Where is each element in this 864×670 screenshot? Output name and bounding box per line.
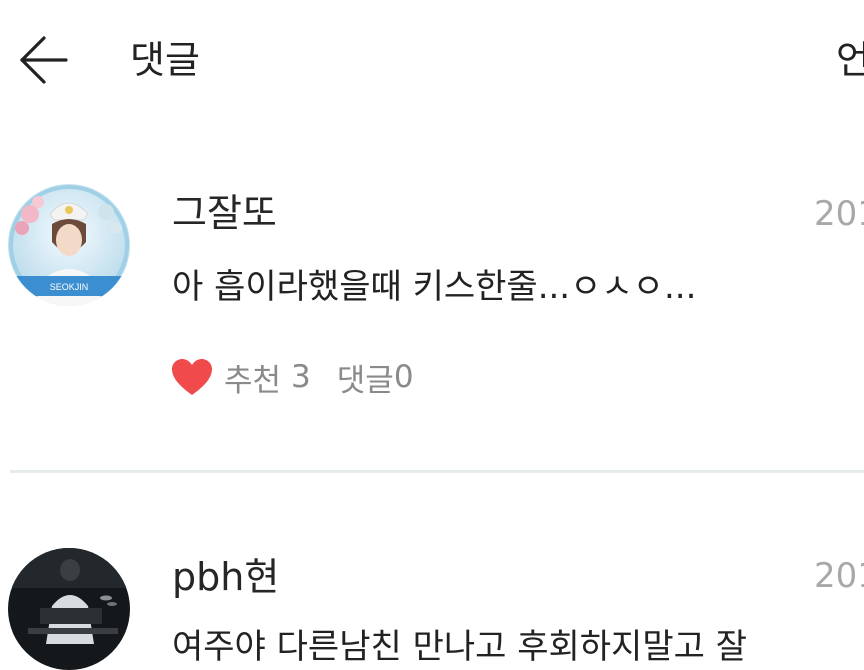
- back-button[interactable]: [14, 34, 74, 86]
- comment-text: 여주야 다른남친 만나고 후회하지말고 잘: [172, 627, 747, 667]
- reply-button[interactable]: 댓글 0: [337, 355, 414, 400]
- comment-date: 201: [814, 194, 864, 234]
- top-bar: 댓글 언: [0, 0, 864, 120]
- like-button[interactable]: 추천 3: [170, 355, 311, 400]
- comment-actions: 추천 3 댓글 0: [170, 354, 414, 400]
- comment-date: 201: [814, 556, 864, 596]
- reply-label: 댓글: [336, 362, 394, 399]
- like-count: 3: [291, 359, 311, 395]
- divider: [10, 470, 864, 473]
- avatar[interactable]: SEOKJIN: [8, 184, 130, 306]
- comment-text: 아 흡이라했을때 키스한줄...ㅇㅅㅇ...: [172, 267, 697, 307]
- avatar[interactable]: [8, 548, 130, 670]
- arrow-left-icon: [20, 36, 68, 84]
- reply-count: 0: [393, 359, 414, 395]
- comment-username[interactable]: pbh현: [172, 554, 279, 600]
- heart-icon: [172, 359, 212, 395]
- like-label: 추천: [224, 362, 282, 399]
- comment-username[interactable]: 그잘또: [172, 190, 277, 236]
- page-title: 댓글: [130, 38, 200, 82]
- avatar-text: SEOKJIN: [50, 282, 89, 292]
- header-right-button[interactable]: 언: [836, 36, 864, 84]
